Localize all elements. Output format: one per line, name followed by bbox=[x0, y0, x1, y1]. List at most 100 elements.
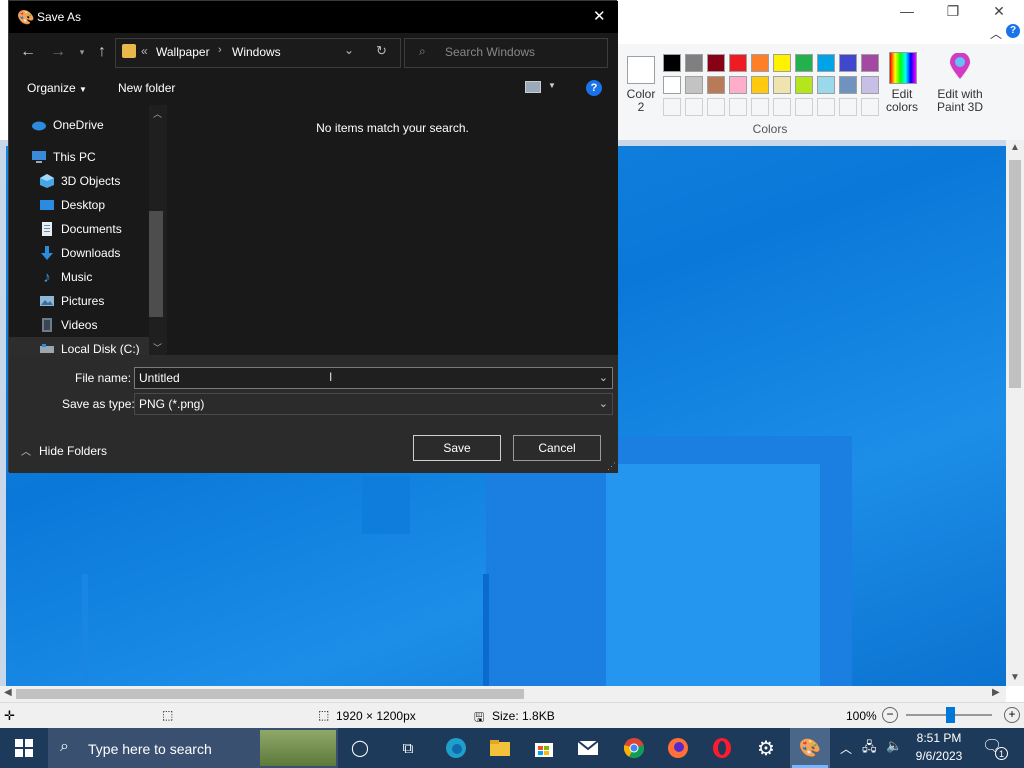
breadcrumb-item[interactable]: Wallpaper bbox=[156, 45, 210, 59]
clock-date[interactable]: 9/6/2023 bbox=[912, 749, 966, 763]
paint-taskbar-icon[interactable]: 🎨 bbox=[790, 728, 830, 768]
color-swatch[interactable] bbox=[817, 76, 835, 94]
mail-icon[interactable] bbox=[568, 728, 608, 768]
scroll-thumb[interactable] bbox=[16, 689, 524, 699]
view-options-icon[interactable] bbox=[525, 81, 541, 93]
clock-time[interactable]: 8:51 PM bbox=[916, 731, 962, 745]
color-swatch[interactable] bbox=[773, 76, 791, 94]
chevron-down-icon[interactable]: ⌄ bbox=[599, 397, 608, 410]
nav-item-this-pc[interactable]: This PC bbox=[9, 145, 167, 169]
resize-grip-icon[interactable]: ⋰ bbox=[607, 461, 616, 472]
color-swatch[interactable] bbox=[751, 54, 769, 72]
network-icon[interactable]: 🖧 bbox=[862, 738, 877, 760]
scroll-right-icon[interactable]: ▶ bbox=[992, 687, 1000, 698]
nav-item-onedrive[interactable]: OneDrive bbox=[9, 113, 167, 137]
chevron-down-icon[interactable]: ⌄ bbox=[344, 43, 354, 57]
scroll-down-icon[interactable]: ﹀ bbox=[153, 341, 162, 354]
nav-item-downloads[interactable]: Downloads bbox=[9, 241, 167, 265]
hide-folders-button[interactable]: ︿ Hide Folders bbox=[21, 443, 107, 459]
refresh-icon[interactable]: ↻ bbox=[376, 43, 387, 59]
nav-item-3d-objects[interactable]: 3D Objects bbox=[9, 169, 167, 193]
save-button[interactable]: Save bbox=[413, 435, 501, 461]
scroll-thumb[interactable] bbox=[149, 211, 163, 317]
vertical-scrollbar[interactable]: ▲ ▼ bbox=[1006, 140, 1024, 686]
forward-arrow-icon[interactable]: → bbox=[47, 41, 69, 63]
recent-locations-icon[interactable]: ▾ bbox=[71, 41, 93, 63]
nav-item-local-disk[interactable]: Local Disk (C:) bbox=[9, 337, 167, 355]
organize-button[interactable]: Organize ▼ bbox=[27, 81, 87, 95]
custom-color-swatch[interactable] bbox=[729, 98, 747, 116]
custom-color-swatch[interactable] bbox=[707, 98, 725, 116]
save-type-select[interactable]: PNG (*.png) ⌄ bbox=[134, 393, 613, 415]
custom-color-swatch[interactable] bbox=[861, 98, 879, 116]
custom-color-swatch[interactable] bbox=[685, 98, 703, 116]
breadcrumb-separator-icon[interactable]: › bbox=[218, 44, 222, 56]
zoom-slider-thumb[interactable] bbox=[946, 707, 955, 723]
edit-paint3d-label[interactable]: Edit with Paint 3D bbox=[933, 88, 987, 114]
close-icon[interactable]: ✕ bbox=[593, 7, 606, 25]
edit-colors-label[interactable]: Edit colors bbox=[879, 88, 925, 114]
color-swatch[interactable] bbox=[729, 54, 747, 72]
zoom-out-icon[interactable]: − bbox=[882, 707, 898, 723]
search-input[interactable]: ⌕ Search Windows bbox=[404, 38, 608, 68]
minimize-icon[interactable]: — bbox=[884, 0, 930, 22]
color-swatch[interactable] bbox=[773, 54, 791, 72]
edge-icon[interactable] bbox=[436, 728, 476, 768]
store-icon[interactable] bbox=[524, 728, 564, 768]
custom-color-swatch[interactable] bbox=[751, 98, 769, 116]
start-button[interactable] bbox=[4, 728, 44, 768]
up-arrow-icon[interactable]: ↑ bbox=[91, 41, 113, 63]
help-icon[interactable]: ? bbox=[586, 80, 602, 96]
nav-item-pictures[interactable]: Pictures bbox=[9, 289, 167, 313]
color-swatch[interactable] bbox=[795, 54, 813, 72]
scroll-thumb[interactable] bbox=[1009, 160, 1021, 388]
task-view-icon[interactable]: ⧉ bbox=[388, 728, 428, 768]
scroll-down-icon[interactable]: ▼ bbox=[1010, 672, 1020, 683]
color-swatch[interactable] bbox=[707, 76, 725, 94]
custom-color-swatch[interactable] bbox=[663, 98, 681, 116]
chevron-down-icon[interactable]: ⌄ bbox=[599, 371, 608, 384]
color-swatch[interactable] bbox=[663, 76, 681, 94]
back-arrow-icon[interactable]: ← bbox=[17, 41, 39, 63]
help-icon[interactable]: ? bbox=[1006, 24, 1020, 38]
custom-color-swatch[interactable] bbox=[773, 98, 791, 116]
color-swatch[interactable] bbox=[751, 76, 769, 94]
color2-swatch[interactable] bbox=[627, 56, 655, 84]
color-swatch[interactable] bbox=[795, 76, 813, 94]
ribbon-collapse-icon[interactable]: ︿ bbox=[990, 25, 1002, 42]
color-swatch[interactable] bbox=[839, 76, 857, 94]
color-swatch[interactable] bbox=[839, 54, 857, 72]
zoom-in-icon[interactable]: + bbox=[1004, 707, 1020, 723]
file-explorer-icon[interactable] bbox=[480, 728, 520, 768]
nav-scrollbar[interactable]: ︿ ﹀ bbox=[149, 105, 167, 355]
color-swatch[interactable] bbox=[817, 54, 835, 72]
scroll-up-icon[interactable]: ▲ bbox=[1010, 142, 1020, 153]
nav-item-desktop[interactable]: Desktop bbox=[9, 193, 167, 217]
nav-item-videos[interactable]: Videos bbox=[9, 313, 167, 337]
maximize-icon[interactable]: ❐ bbox=[930, 0, 976, 22]
cortana-icon[interactable]: ◯ bbox=[340, 728, 380, 768]
color-swatch[interactable] bbox=[685, 76, 703, 94]
chrome-icon[interactable] bbox=[614, 728, 654, 768]
edit-colors-icon[interactable] bbox=[889, 52, 917, 84]
nav-item-documents[interactable]: Documents bbox=[9, 217, 167, 241]
horizontal-scrollbar[interactable]: ◀ ▶ bbox=[0, 686, 1006, 702]
custom-color-swatch[interactable] bbox=[795, 98, 813, 116]
firefox-icon[interactable] bbox=[658, 728, 698, 768]
color-swatch[interactable] bbox=[707, 54, 725, 72]
close-icon[interactable]: ✕ bbox=[976, 0, 1022, 22]
settings-gear-icon[interactable]: ⚙ bbox=[746, 728, 786, 768]
breadcrumb-item[interactable]: Windows bbox=[232, 45, 281, 59]
nav-item-music[interactable]: ♪ Music bbox=[9, 265, 167, 289]
file-list-pane[interactable]: No items match your search. bbox=[167, 105, 618, 355]
color-swatch[interactable] bbox=[861, 54, 879, 72]
scroll-left-icon[interactable]: ◀ bbox=[4, 687, 12, 698]
color-swatch[interactable] bbox=[729, 76, 747, 94]
custom-color-swatch[interactable] bbox=[839, 98, 857, 116]
cancel-button[interactable]: Cancel bbox=[513, 435, 601, 461]
breadcrumb-overflow[interactable]: « bbox=[141, 44, 148, 58]
color-swatch[interactable] bbox=[685, 54, 703, 72]
color-swatch[interactable] bbox=[861, 76, 879, 94]
new-folder-button[interactable]: New folder bbox=[118, 81, 175, 95]
custom-color-swatch[interactable] bbox=[817, 98, 835, 116]
